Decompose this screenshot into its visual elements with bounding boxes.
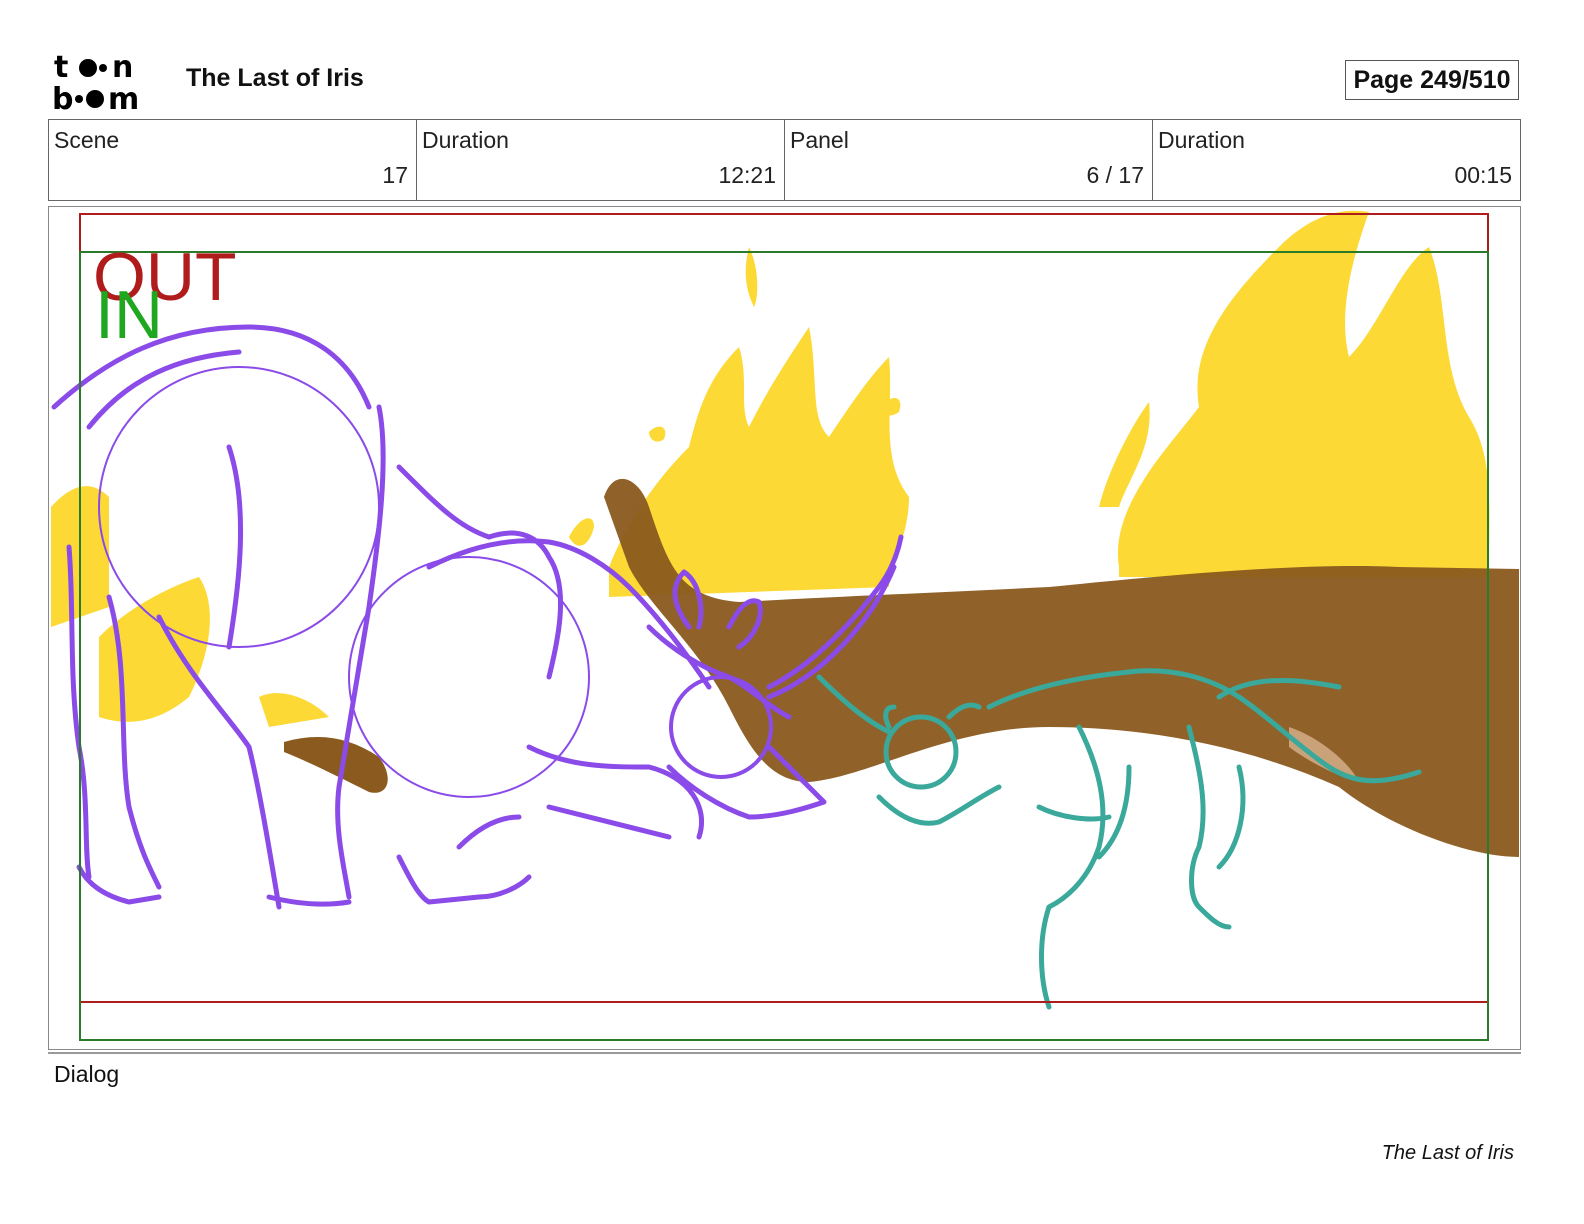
divider [48, 1052, 1521, 1054]
panel-value: 6 / 17 [1086, 162, 1144, 188]
panel-cell: Panel 6 / 17 [785, 120, 1153, 200]
in-marker: IN [95, 277, 163, 353]
scene-label: Scene [54, 127, 120, 153]
svg-text:b: b [52, 82, 73, 112]
panel-duration-label: Duration [1158, 127, 1245, 153]
svg-text:m: m [108, 82, 139, 112]
panel-label: Panel [790, 127, 849, 153]
scene-duration-cell: Duration 12:21 [417, 120, 785, 200]
scene-duration-value: 12:21 [718, 162, 776, 188]
footer-title: The Last of Iris [1381, 1142, 1514, 1164]
panel-info-table: Scene 17 Duration 12:21 Panel 6 / 17 Dur… [48, 119, 1521, 201]
panel-duration-cell: Duration 00:15 [1153, 120, 1520, 200]
svg-text:n: n [112, 50, 133, 85]
scene-duration-label: Duration [422, 127, 509, 153]
dialog-label: Dialog [54, 1061, 120, 1087]
page-indicator: Page 249/510 [1345, 60, 1519, 100]
project-title: The Last of Iris [186, 64, 364, 92]
svg-text:t: t [54, 50, 68, 85]
panel-image: OUT IN [48, 206, 1521, 1050]
toon-boom-logo: t n b m [52, 50, 139, 112]
panel-duration-value: 00:15 [1454, 162, 1512, 188]
storyboard-sketch: OUT IN [51, 210, 1519, 1041]
scene-cell: Scene 17 [49, 120, 417, 200]
scene-value: 17 [382, 162, 408, 188]
